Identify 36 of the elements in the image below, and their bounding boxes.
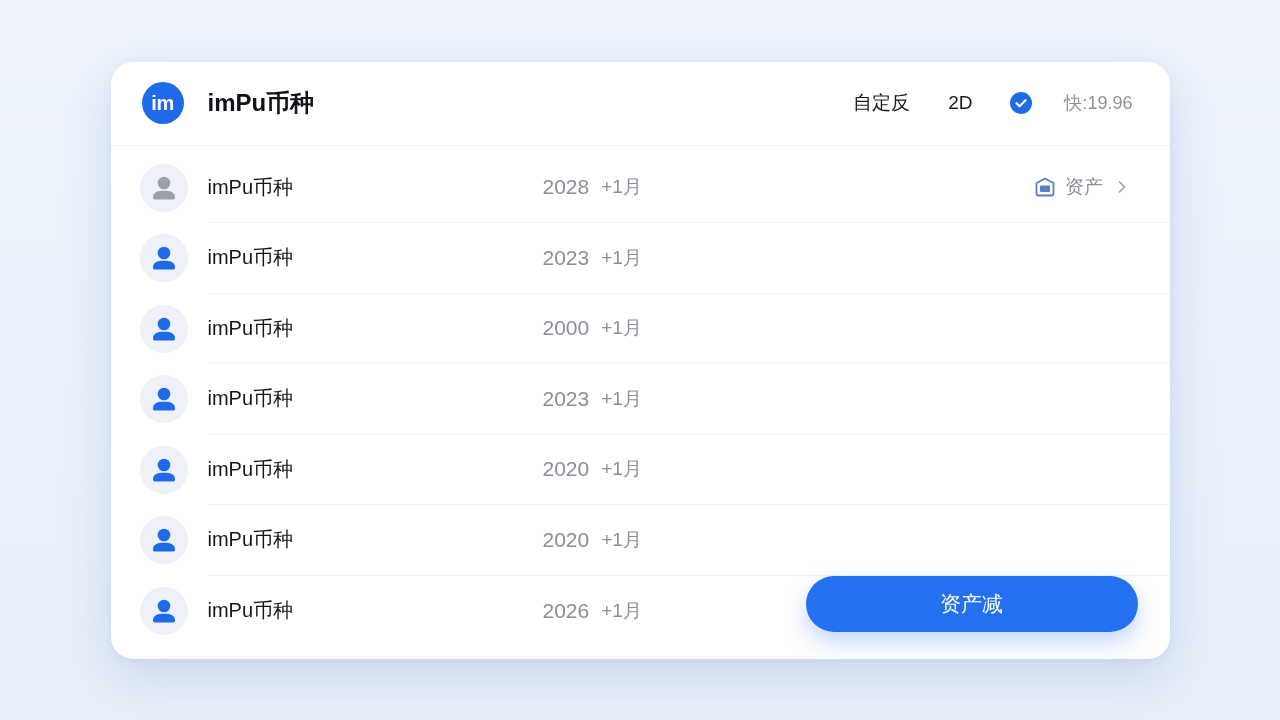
view-label[interactable]: 2D bbox=[948, 92, 973, 114]
rate-text: 快:19.96 bbox=[1064, 92, 1133, 115]
item-name: imPu币种 bbox=[207, 598, 294, 624]
item-year: 2020 bbox=[542, 457, 590, 482]
person-avatar-icon bbox=[139, 516, 188, 565]
person-avatar-icon bbox=[139, 234, 188, 283]
person-avatar-icon bbox=[139, 375, 188, 424]
item-change: +1月 bbox=[601, 457, 642, 482]
mode-label[interactable]: 自定反 bbox=[853, 90, 911, 116]
item-name: imPu币种 bbox=[207, 386, 294, 412]
primary-button[interactable]: 资产减 bbox=[805, 575, 1138, 632]
item-year: 2020 bbox=[542, 527, 590, 552]
person-avatar-icon bbox=[139, 445, 188, 494]
logo: im bbox=[141, 82, 184, 124]
item-year: 2023 bbox=[542, 245, 590, 270]
item-name: imPu币种 bbox=[207, 527, 294, 553]
item-name: imPu币种 bbox=[207, 245, 294, 271]
item-year: 2000 bbox=[542, 316, 590, 341]
check-circle-icon[interactable] bbox=[1010, 92, 1033, 114]
person-avatar-icon bbox=[139, 163, 188, 212]
item-change: +1月 bbox=[601, 598, 642, 623]
person-avatar-icon bbox=[139, 304, 188, 353]
page-title: imPu币种 bbox=[207, 88, 315, 118]
person-avatar-icon bbox=[139, 586, 188, 635]
item-name: imPu币种 bbox=[207, 174, 294, 200]
item-change: +1月 bbox=[601, 386, 642, 411]
item-change: +1月 bbox=[601, 527, 642, 552]
item-year: 2026 bbox=[542, 598, 590, 623]
item-year: 2028 bbox=[542, 175, 590, 200]
item-year: 2023 bbox=[542, 386, 590, 411]
box-icon bbox=[1033, 176, 1056, 199]
item-change: +1月 bbox=[601, 316, 642, 341]
item-change: +1月 bbox=[601, 245, 642, 270]
item-name: imPu币种 bbox=[207, 315, 294, 341]
item-change: +1月 bbox=[601, 175, 642, 200]
item-name: imPu币种 bbox=[207, 456, 294, 482]
